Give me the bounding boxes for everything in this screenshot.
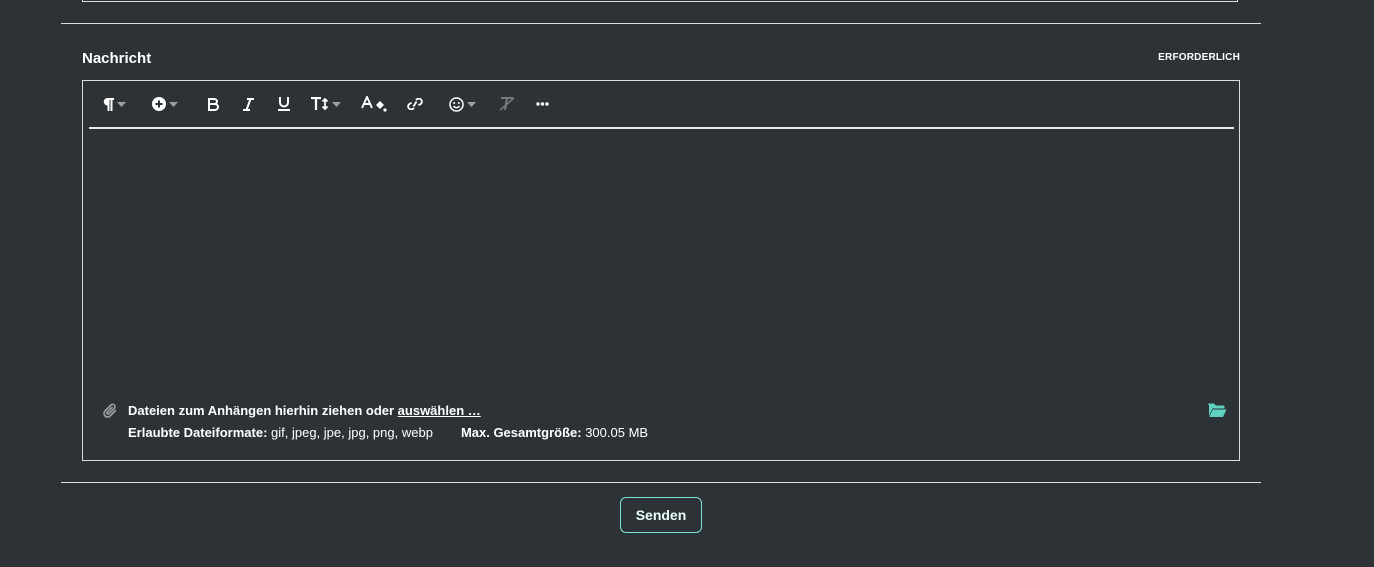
message-form: Nachricht ERFORDERLICH Dateien zum Anhän… <box>0 0 1374 567</box>
divider <box>61 23 1261 24</box>
text-size-icon <box>311 97 329 111</box>
paperclip-icon <box>103 403 118 424</box>
paragraph-button[interactable] <box>99 89 129 119</box>
link-icon <box>406 98 424 110</box>
chevron-down-icon <box>169 101 178 107</box>
attachment-dropzone[interactable]: Dateien zum Anhängen hierhin ziehen oder… <box>103 402 1227 446</box>
chevron-down-icon <box>466 101 476 107</box>
italic-icon <box>242 97 254 111</box>
message-editor: Dateien zum Anhängen hierhin ziehen oder… <box>82 80 1240 461</box>
chevron-down-icon <box>116 101 126 107</box>
required-indicator: ERFORDERLICH <box>1158 52 1240 63</box>
more-button[interactable] <box>530 89 554 119</box>
drop-text: Dateien zum Anhängen hierhin ziehen oder <box>128 403 398 418</box>
editor-text-area[interactable] <box>83 129 1239 379</box>
paragraph-icon <box>103 97 114 111</box>
divider <box>61 482 1261 483</box>
font-size-button[interactable] <box>308 89 344 119</box>
plus-circle-icon <box>152 97 166 111</box>
chevron-down-icon <box>332 101 341 107</box>
text-color-icon <box>361 96 387 112</box>
folder-open-icon[interactable] <box>1208 403 1227 423</box>
emoji-button[interactable] <box>445 89 479 119</box>
smiley-icon <box>448 96 464 112</box>
link-button[interactable] <box>402 89 428 119</box>
max-size-value: 300.05 MB <box>581 425 649 440</box>
send-button[interactable]: Senden <box>620 497 702 533</box>
message-label: Nachricht <box>82 50 152 67</box>
text-color-button[interactable] <box>360 89 388 119</box>
previous-field-border <box>82 0 1238 2</box>
italic-button[interactable] <box>236 89 260 119</box>
attachment-instructions: Dateien zum Anhängen hierhin ziehen oder… <box>128 403 481 418</box>
allowed-formats-label: Erlaubte Dateiformate: <box>128 425 268 440</box>
bold-button[interactable] <box>201 89 225 119</box>
max-size-label: Max. Gesamtgröße: <box>460 425 582 440</box>
allowed-formats-value: gif, jpeg, jpe, jpg, png, webp <box>267 425 433 440</box>
underline-button[interactable] <box>272 89 296 119</box>
attachment-constraints: Erlaubte Dateiformate: gif, jpeg, jpe, j… <box>128 425 648 440</box>
editor-toolbar <box>89 81 1234 129</box>
select-files-link[interactable]: auswählen … <box>398 403 481 418</box>
bold-icon <box>207 97 219 111</box>
remove-format-button[interactable] <box>494 89 520 119</box>
remove-format-icon <box>499 97 515 111</box>
more-icon <box>535 102 549 106</box>
insert-button[interactable] <box>149 89 181 119</box>
underline-icon <box>278 97 290 111</box>
